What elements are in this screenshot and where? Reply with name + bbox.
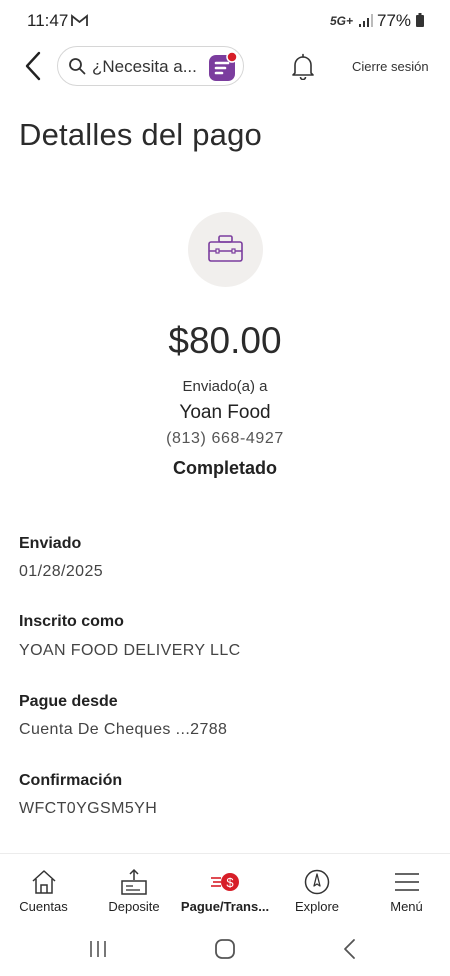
tab-label-explore: Explore [294,899,340,914]
tab-label-pay-transfer: Pague/Trans... [180,899,270,914]
tab-label-deposit: Deposite [108,899,160,914]
payment-type-badge [188,212,263,287]
system-nav-bar [0,921,450,976]
home-nav-icon[interactable] [211,935,239,963]
recent-apps-icon[interactable] [84,935,112,963]
tab-deposit[interactable]: Deposite [89,854,179,922]
page-title: Detalles del pago [19,117,262,152]
sent-to-label: Enviado(a) a [182,378,268,395]
detail-value-confirmation: WFCT0YGSM5YH [19,800,158,817]
tab-explore[interactable]: Explore [273,854,361,922]
payment-status: Completado [172,458,277,478]
tab-menu[interactable]: Menú [363,854,450,922]
search-assistant-button[interactable]: ¿Necesita a... [57,46,244,86]
detail-label-sent: Enviado [19,535,82,552]
signal-icon [359,14,373,27]
recipient-phone: (813) 668-4927 [166,430,284,447]
search-placeholder: ¿Necesita a... [92,57,197,76]
logout-link[interactable]: Cierre sesión [352,59,429,74]
detail-value-enrolled: YOAN FOOD DELIVERY LLC [19,642,241,659]
tab-label-accounts: Cuentas [19,899,68,914]
home-icon [31,870,56,894]
fargo-assistant-icon [209,51,238,81]
network-type: 5G+ [330,14,354,28]
status-time: 11:47 [27,11,69,30]
bell-icon [292,53,314,81]
tab-accounts[interactable]: Cuentas [0,854,87,922]
briefcase-icon [208,235,243,262]
back-nav-icon[interactable] [336,935,364,963]
bottom-tab-bar: Cuentas Deposite $ Pague/Trans... Explor… [0,853,450,921]
notifications-button[interactable] [290,52,316,81]
tab-label-menu: Menú [390,899,423,914]
chevron-left-icon [25,51,41,81]
status-bar: 11:47 5G+ 77% [0,0,450,40]
detail-label-pay-from: Pague desde [19,693,118,710]
search-icon [69,58,86,75]
battery-percent: 77% [377,11,412,30]
recipient-name: Yoan Food [179,402,271,423]
svg-text:$: $ [226,875,234,890]
menu-icon [394,873,419,891]
pay-transfer-icon: $ [211,873,239,891]
battery-icon [416,13,424,27]
gmail-icon [71,14,88,26]
detail-value-sent: 01/28/2025 [19,563,104,580]
deposit-icon [121,868,147,895]
back-button[interactable] [19,48,49,84]
detail-label-confirmation: Confirmación [19,772,123,789]
tab-pay-transfer[interactable]: $ Pague/Trans... [179,854,271,922]
detail-label-enrolled: Inscrito como [19,613,124,630]
compass-icon [304,869,330,895]
payment-amount: $80.00 [168,320,282,361]
detail-value-pay-from: Cuenta De Cheques ...2788 [19,721,228,738]
